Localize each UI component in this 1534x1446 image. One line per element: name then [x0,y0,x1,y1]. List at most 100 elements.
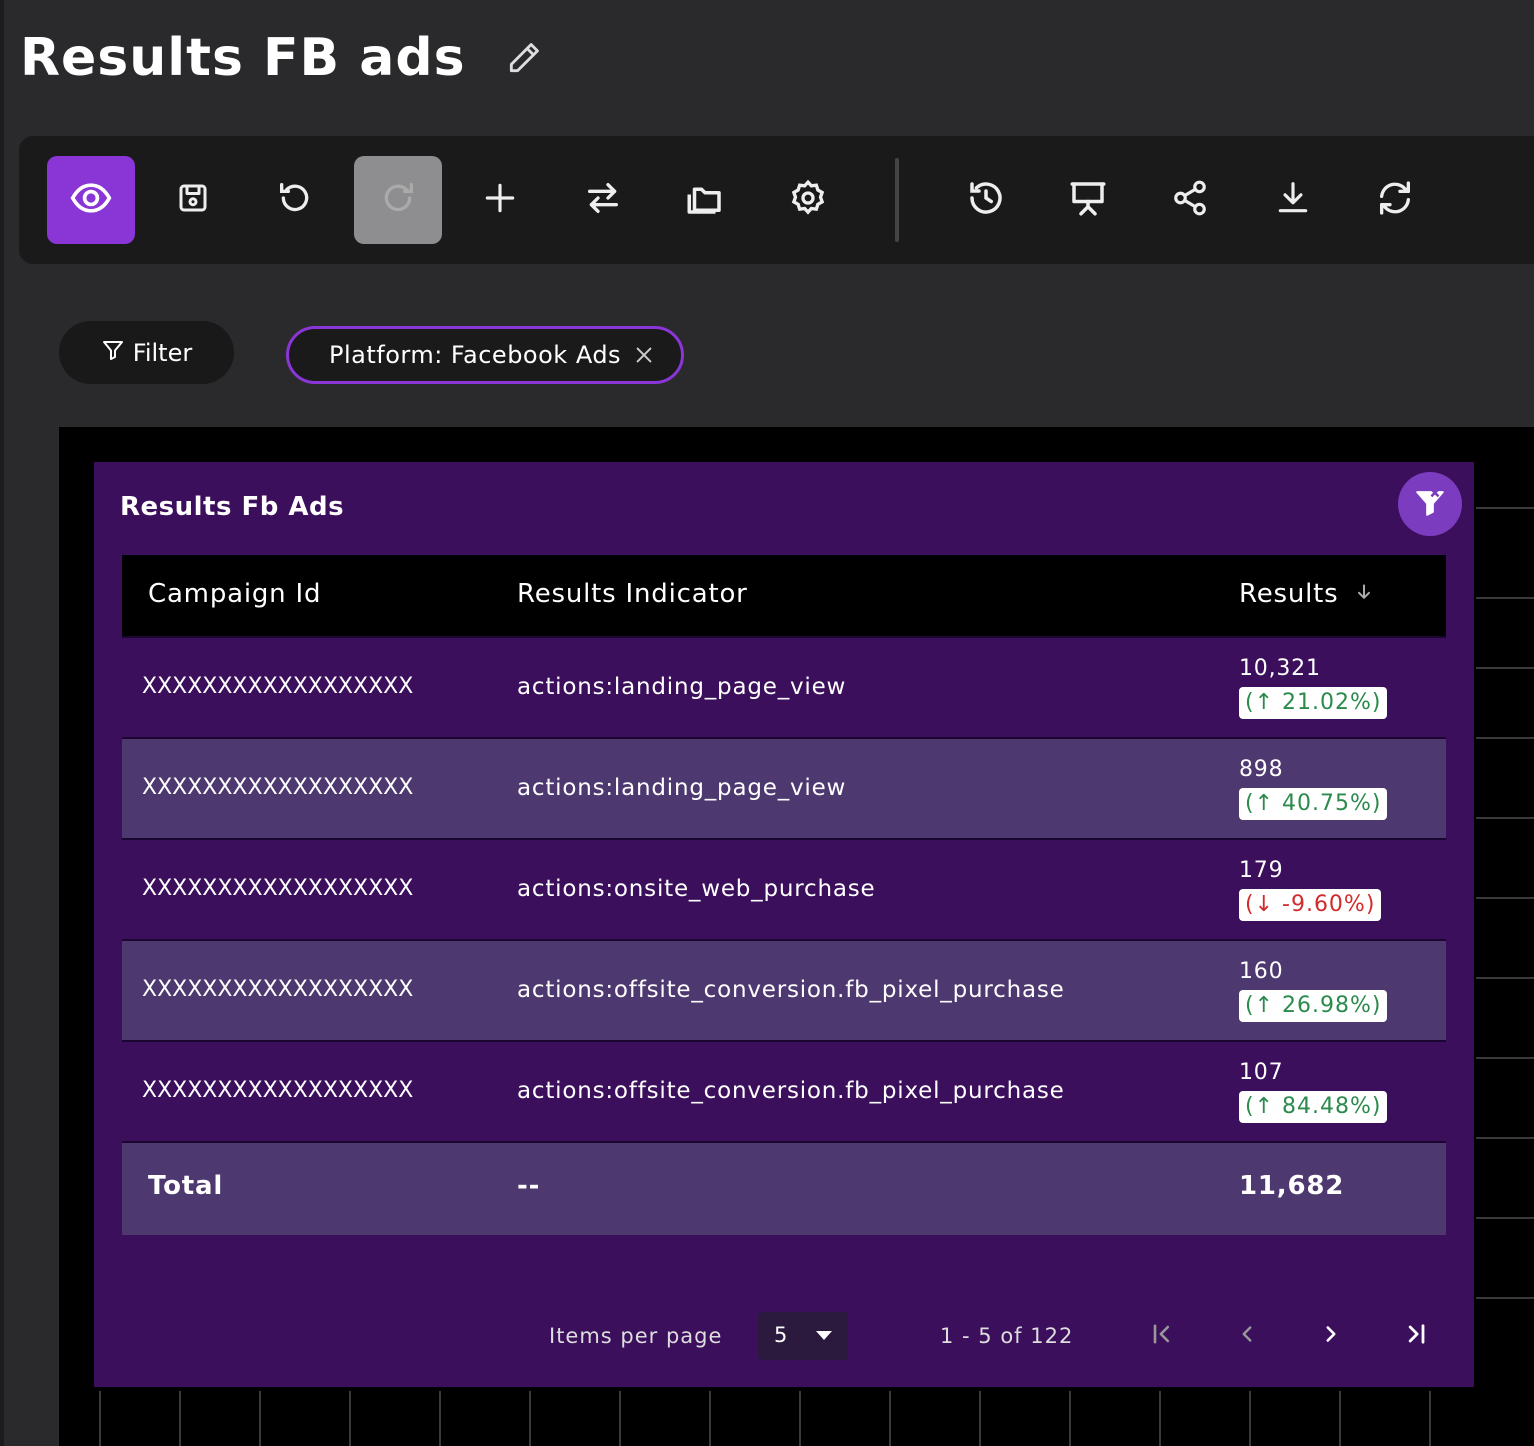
table-total-row: Total -- 11,682 [122,1141,1446,1235]
last-page-button[interactable] [1398,1318,1434,1354]
table-row[interactable]: XXXXXXXXXXXXXXXXXX actions:landing_page_… [122,636,1446,737]
total-indicator: -- [517,1171,541,1201]
caret-down-icon [816,1331,832,1340]
pencil-icon[interactable] [504,38,544,78]
widget-title: Results Fb Ads [120,492,345,522]
funnel-icon [101,338,125,368]
grid-line [799,1391,801,1446]
column-header-results-label: Results [1239,579,1339,609]
results-value: 898 [1239,757,1284,782]
filter-off-icon [1413,485,1447,523]
window-edge [0,0,4,1446]
gear-icon [788,178,828,222]
refresh-button[interactable] [1351,156,1439,244]
campaign-id-cell: XXXXXXXXXXXXXXXXXX [142,977,414,1002]
history-button[interactable] [942,156,1030,244]
redo-icon [378,178,418,222]
first-page-button[interactable] [1144,1318,1180,1354]
indicator-cell: actions:offsite_conversion.fb_pixel_purc… [517,977,1065,1003]
first-page-icon [1148,1320,1176,1353]
change-badge: (↑ 26.98%) [1239,990,1388,1022]
grid-line [1476,1057,1534,1059]
page-range: 1 - 5 of 122 [940,1324,1074,1348]
chevron-left-icon [1234,1321,1260,1352]
results-value: 107 [1239,1060,1284,1085]
filter-chip-platform[interactable]: Platform: Facebook Ads [286,326,684,384]
grid-line [179,1391,181,1446]
total-value: 11,682 [1239,1171,1345,1201]
filter-label: Filter [132,338,193,367]
change-badge: (↑ 84.48%) [1239,1091,1388,1123]
change-badge: (↓ -9.60%) [1239,889,1382,921]
campaign-id-cell: XXXXXXXXXXXXXXXXXX [142,1078,414,1103]
save-icon [175,180,211,220]
close-icon[interactable] [633,344,655,372]
grid-line [99,1391,101,1446]
save-button[interactable] [149,156,237,244]
filter-button[interactable]: Filter [59,321,234,384]
history-icon [965,177,1007,223]
download-button[interactable] [1249,156,1337,244]
redo-button[interactable] [354,156,442,244]
swap-icon [583,178,623,222]
undo-button[interactable] [251,156,339,244]
last-page-icon [1402,1320,1430,1353]
campaign-id-cell: XXXXXXXXXXXXXXXXXX [142,775,414,800]
grid-line [889,1391,891,1446]
grid-line [1476,737,1534,739]
grid-line [1476,817,1534,819]
indicator-cell: actions:onsite_web_purchase [517,876,876,902]
column-header-campaign-id[interactable]: Campaign Id [148,579,321,609]
change-badge: (↑ 40.75%) [1239,788,1388,820]
items-per-page-select[interactable]: 5 [758,1312,848,1360]
sort-down-icon [1354,579,1374,609]
items-per-page-value: 5 [774,1323,789,1347]
results-table: Campaign Id Results Indicator Results XX… [122,555,1446,1235]
items-per-page-label: Items per page [549,1324,723,1348]
grid-line [1339,1391,1341,1446]
chevron-right-icon [1318,1321,1344,1352]
grid-line [1069,1391,1071,1446]
grid-line [979,1391,981,1446]
table-row[interactable]: XXXXXXXXXXXXXXXXXX actions:offsite_conve… [122,1040,1446,1141]
presentation-icon [1067,177,1109,223]
column-header-results[interactable]: Results [1239,579,1374,609]
table-row[interactable]: XXXXXXXXXXXXXXXXXX actions:offsite_conve… [122,939,1446,1040]
page-title: Results FB ads [20,28,466,88]
refresh-icon [1375,178,1415,222]
widget-filter-button[interactable] [1398,472,1462,536]
share-button[interactable] [1146,156,1234,244]
results-value: 179 [1239,858,1284,883]
grid-line [1476,667,1534,669]
table-row[interactable]: XXXXXXXXXXXXXXXXXX actions:landing_page_… [122,737,1446,838]
undo-icon [275,178,315,222]
preview-button[interactable] [47,156,135,244]
previous-page-button[interactable] [1229,1318,1265,1354]
next-page-button[interactable] [1313,1318,1349,1354]
column-header-results-indicator[interactable]: Results Indicator [517,579,748,609]
table-header: Campaign Id Results Indicator Results [122,555,1446,636]
results-widget: Results Fb Ads Campaign Id Results Indic… [94,462,1474,1387]
present-button[interactable] [1044,156,1132,244]
filter-chip-label: Platform: Facebook Ads [329,341,622,369]
share-icon [1171,179,1209,221]
table-row[interactable]: XXXXXXXXXXXXXXXXXX actions:onsite_web_pu… [122,838,1446,939]
folders-button[interactable] [661,156,749,244]
grid-line [1476,1217,1534,1219]
add-button[interactable] [456,156,544,244]
grid-line [709,1391,711,1446]
results-value: 160 [1239,959,1284,984]
total-label: Total [148,1171,224,1201]
grid-line [1476,1297,1534,1299]
grid-line [1429,1391,1431,1446]
grid-line [1476,1137,1534,1139]
plus-icon [481,179,519,221]
toolbar-separator [895,158,899,242]
eye-icon [69,176,113,224]
indicator-cell: actions:landing_page_view [517,775,847,801]
results-value: 10,321 [1239,656,1321,681]
swap-button[interactable] [559,156,647,244]
toolbar [19,136,1534,264]
grid-line [259,1391,261,1446]
settings-button[interactable] [764,156,852,244]
